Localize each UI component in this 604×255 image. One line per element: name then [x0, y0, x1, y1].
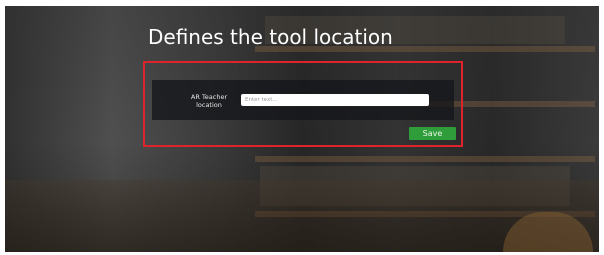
page-title: Defines the tool location	[148, 25, 393, 49]
location-label: AR Teacher location	[190, 93, 228, 109]
save-button[interactable]: Save	[409, 127, 456, 140]
location-input[interactable]	[241, 94, 429, 106]
shelf-decor	[255, 156, 595, 162]
